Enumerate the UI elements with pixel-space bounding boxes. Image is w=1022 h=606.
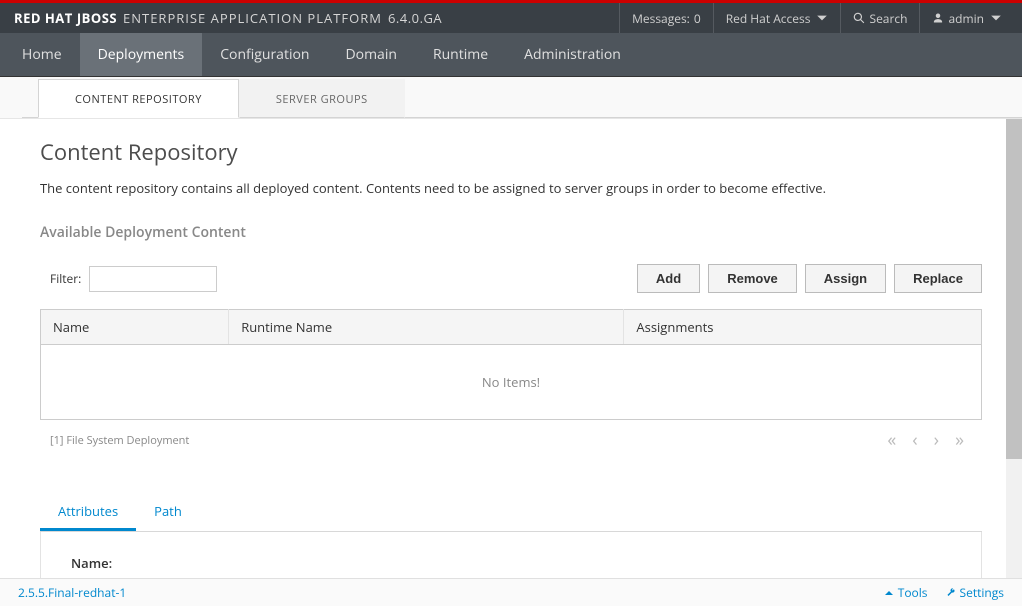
col-runtime-name[interactable]: Runtime Name [229, 310, 624, 345]
sub-nav: CONTENT REPOSITORY SERVER GROUPS [0, 77, 1022, 119]
header-bar: RED HAT JBOSS ENTERPRISE APPLICATION PLA… [0, 3, 1022, 33]
sub-tab-content-repository[interactable]: CONTENT REPOSITORY [38, 79, 239, 118]
footer-version[interactable]: 2.5.5.Final-redhat-1 [18, 584, 126, 601]
filter-label: Filter: [50, 270, 81, 287]
detail-tab-path[interactable]: Path [136, 494, 200, 531]
sub-tab-label: SERVER GROUPS [276, 92, 368, 107]
pager-next-icon[interactable]: › [926, 428, 947, 452]
remove-button[interactable]: Remove [708, 264, 797, 293]
brand: RED HAT JBOSS ENTERPRISE APPLICATION PLA… [8, 9, 442, 27]
nav-tab-administration[interactable]: Administration [506, 33, 639, 76]
brand-jboss: JBOSS [77, 9, 117, 27]
redhat-access-menu[interactable]: Red Hat Access [713, 3, 841, 33]
nav-label: Deployments [98, 45, 185, 64]
page-title: Content Repository [40, 137, 982, 167]
filter-input[interactable] [89, 266, 217, 292]
pager-last-icon[interactable]: » [947, 428, 972, 452]
user-menu[interactable]: admin [919, 3, 1014, 33]
messages-label: Messages: [632, 10, 690, 27]
detail-tab-label: Attributes [58, 502, 118, 520]
field-name-row: Name: [71, 554, 951, 572]
messages-menu[interactable]: Messages: 0 [619, 3, 713, 33]
pager-prev-icon[interactable]: ‹ [904, 428, 925, 452]
chevron-down-icon [816, 12, 828, 24]
nav-label: Home [22, 45, 62, 64]
footer-note: [1] File System Deployment [50, 433, 189, 448]
sub-tab-label: CONTENT REPOSITORY [75, 92, 202, 107]
access-label: Red Hat Access [726, 10, 811, 27]
nav-label: Domain [346, 45, 397, 64]
sub-tab-server-groups[interactable]: SERVER GROUPS [239, 79, 405, 118]
search-icon [853, 12, 865, 24]
detail-body: Name: [40, 532, 982, 578]
nav-label: Runtime [433, 45, 488, 64]
user-icon [932, 12, 944, 24]
detail-tab-label: Path [154, 502, 182, 520]
empty-table-message: No Items! [41, 345, 982, 420]
search-menu[interactable]: Search [840, 3, 919, 33]
nav-label: Administration [524, 45, 621, 64]
nav-label: Configuration [220, 45, 309, 64]
add-button[interactable]: Add [637, 264, 700, 293]
detail-tab-attributes[interactable]: Attributes [40, 494, 136, 531]
user-label: admin [948, 10, 984, 27]
detail-tabs: Attributes Path [40, 494, 982, 532]
col-name[interactable]: Name [41, 310, 229, 345]
field-name-label: Name: [71, 554, 112, 572]
tools-link[interactable]: Tools [884, 584, 928, 601]
wrench-icon [946, 588, 956, 598]
nav-tab-runtime[interactable]: Runtime [415, 33, 506, 76]
table-footer: [1] File System Deployment « ‹ › » [40, 428, 982, 452]
settings-label: Settings [960, 584, 1005, 601]
tools-label: Tools [898, 584, 928, 601]
replace-button[interactable]: Replace [894, 264, 982, 293]
caret-up-icon [884, 588, 894, 598]
settings-link[interactable]: Settings [946, 584, 1005, 601]
section-subtitle: Available Deployment Content [40, 223, 982, 242]
scrollbar-thumb[interactable] [1006, 119, 1022, 459]
col-assignments[interactable]: Assignments [624, 310, 982, 345]
messages-count: 0 [694, 10, 701, 27]
brand-version: 6.4.0.GA [388, 9, 442, 27]
pager-first-icon[interactable]: « [879, 428, 904, 452]
footer: 2.5.5.Final-redhat-1 Tools Settings [0, 578, 1022, 606]
nav-tab-deployments[interactable]: Deployments [80, 33, 203, 76]
deployment-table: Name Runtime Name Assignments No Items! [40, 309, 982, 420]
brand-redhat: RED HAT [14, 9, 73, 27]
nav-tab-configuration[interactable]: Configuration [202, 33, 327, 76]
assign-button[interactable]: Assign [805, 264, 886, 293]
nav-tab-home[interactable]: Home [0, 33, 80, 76]
chevron-down-icon [990, 12, 1002, 24]
toolbar: Filter: Add Remove Assign Replace [40, 264, 982, 293]
page-description: The content repository contains all depl… [40, 179, 982, 197]
content-area: Content Repository The content repositor… [0, 119, 1022, 578]
nav-tab-domain[interactable]: Domain [328, 33, 415, 76]
main-nav: Home Deployments Configuration Domain Ru… [0, 33, 1022, 77]
search-label: Search [869, 10, 907, 27]
brand-eap: ENTERPRISE APPLICATION PLATFORM [123, 9, 382, 27]
